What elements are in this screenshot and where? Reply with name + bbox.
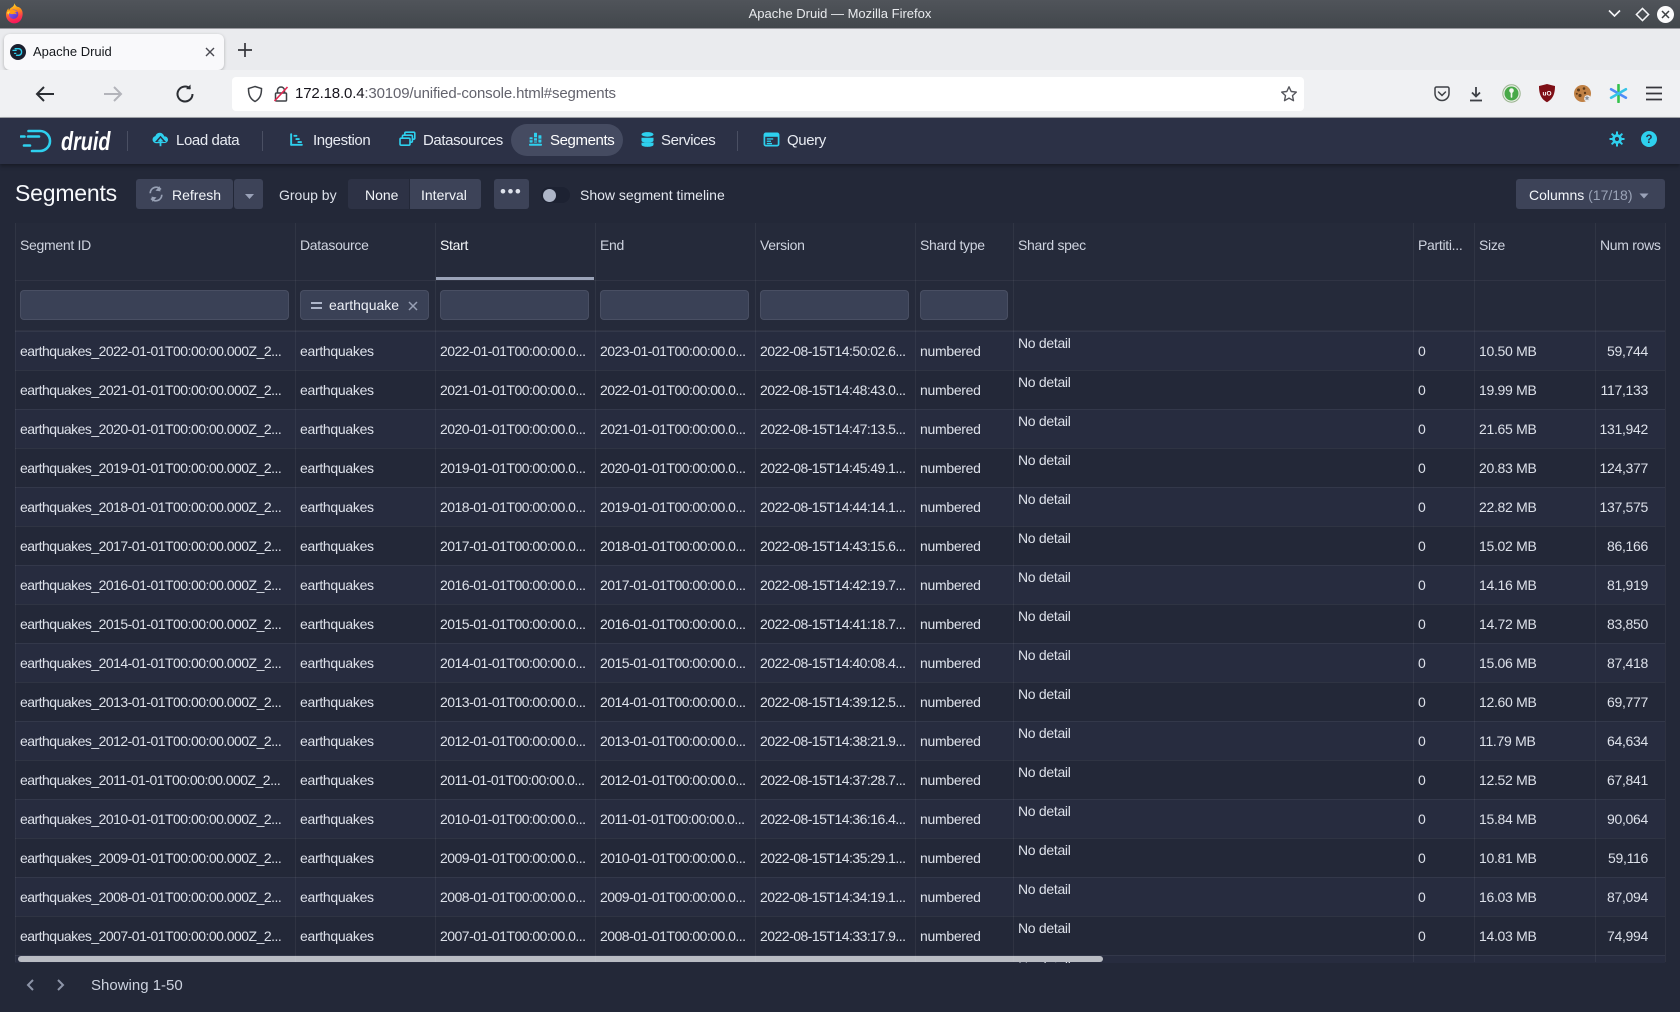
svg-text:?: ? bbox=[1645, 134, 1652, 146]
svg-text:uO: uO bbox=[1542, 91, 1551, 98]
